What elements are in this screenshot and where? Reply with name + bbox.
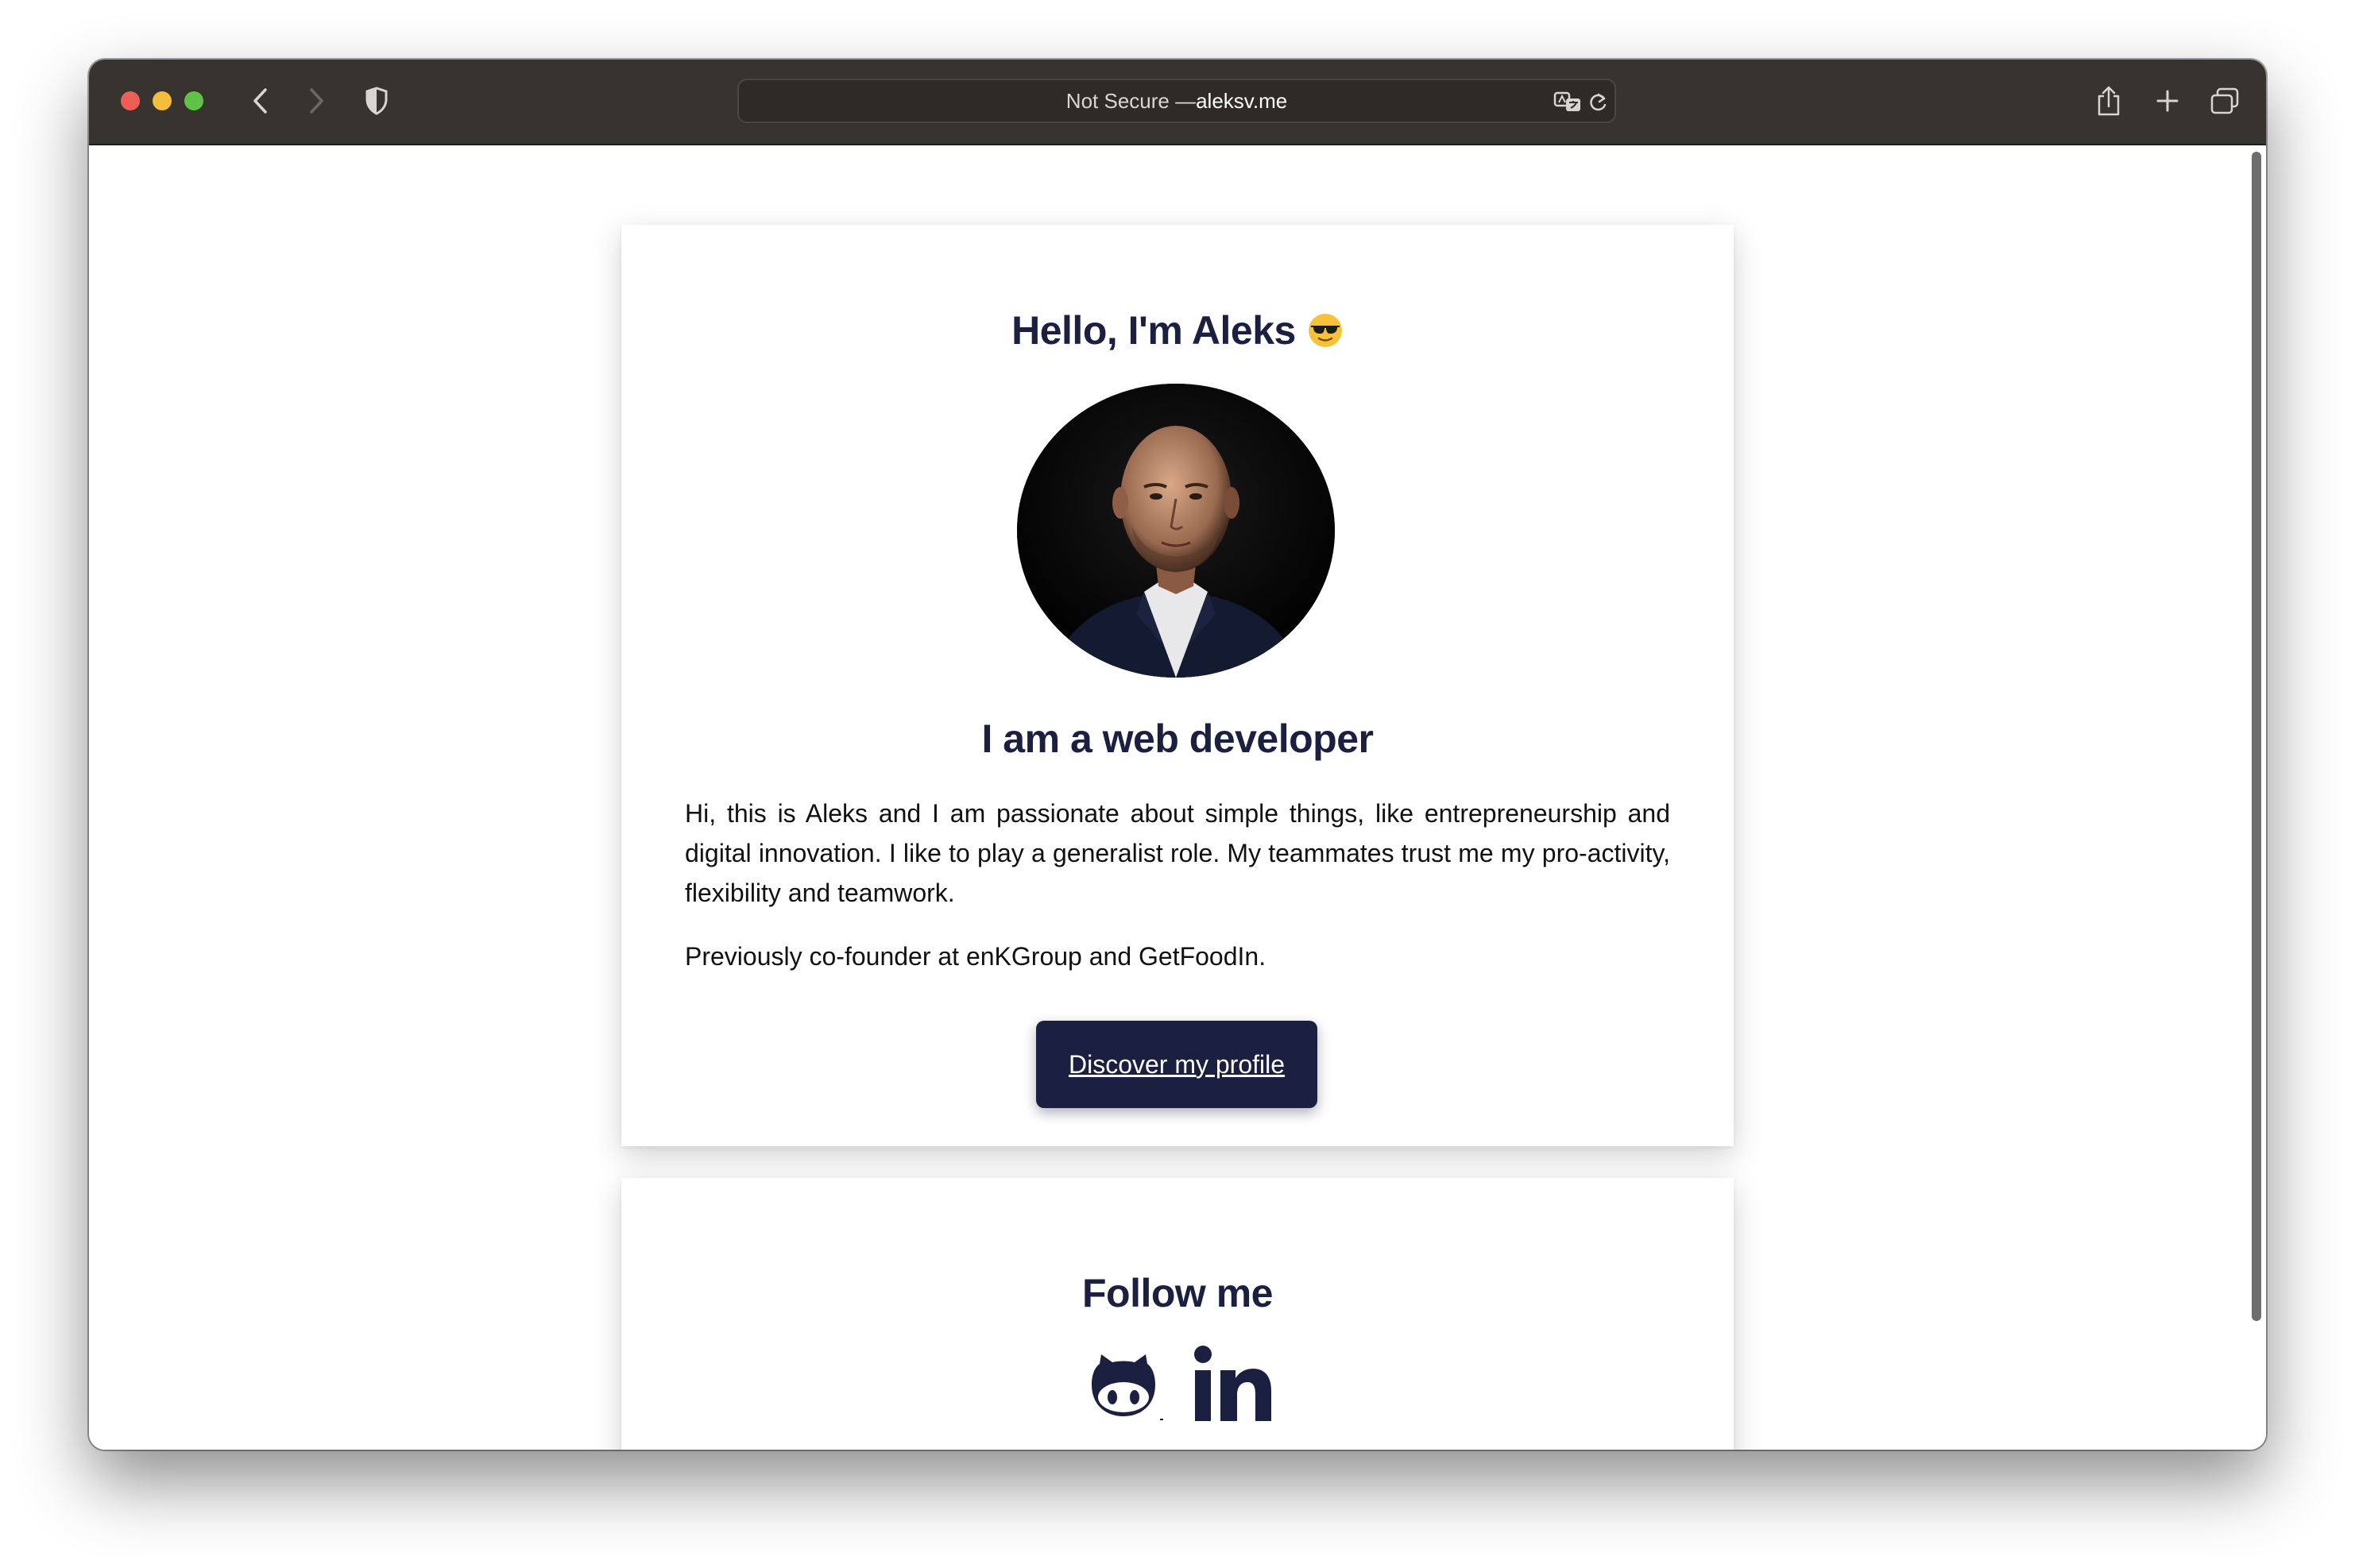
chevron-right-icon: [310, 88, 323, 114]
profile-photo: [1017, 384, 1335, 678]
reload-icon: [1590, 93, 1607, 111]
address-bar[interactable]: Not Secure — aleksv.me: [737, 79, 1616, 123]
translate-button[interactable]: [1553, 82, 1584, 123]
browser-toolbar: Not Secure — aleksv.me: [89, 60, 2266, 145]
screenshot-backdrop: Not Secure — aleksv.me Hello, I'm Aleks …: [0, 0, 2355, 1568]
greeting-text: Hello, I'm Aleks: [1011, 308, 1296, 353]
share-button[interactable]: [2090, 80, 2128, 122]
minimize-window-button[interactable]: [153, 91, 172, 110]
discover-profile-button[interactable]: Discover my profile: [1036, 1021, 1317, 1108]
plus-icon: [2156, 90, 2179, 112]
linkedin-link[interactable]: [1192, 1345, 1271, 1425]
github-icon: [1092, 1354, 1163, 1420]
tabs-overview-icon: [2210, 87, 2239, 114]
browser-window: Not Secure — aleksv.me Hello, I'm Aleks …: [89, 60, 2266, 1450]
social-links: [621, 1345, 1734, 1425]
url-security-prefix: Not Secure —: [1065, 88, 1197, 113]
url-host: aleksv.me: [1196, 88, 1288, 113]
tab-overview-button[interactable]: [2206, 80, 2244, 122]
vertical-scrollbar[interactable]: [2252, 152, 2261, 1321]
follow-heading: Follow me: [1082, 1271, 1273, 1315]
about-card: Hello, I'm Aleks I am a web developer Hi…: [621, 225, 1734, 1146]
forward-button[interactable]: [300, 80, 332, 122]
share-icon: [2098, 86, 2120, 116]
role-heading: I am a web developer: [981, 716, 1374, 761]
page-viewport: Hello, I'm Aleks I am a web developer Hi…: [89, 145, 2266, 1450]
sunglasses-face-icon: [1308, 314, 1342, 347]
reload-button[interactable]: [1586, 82, 1610, 123]
shield-icon: [365, 87, 388, 115]
close-window-button[interactable]: [121, 91, 140, 110]
linkedin-icon: [1194, 1346, 1271, 1421]
back-button[interactable]: [245, 80, 276, 122]
chevron-left-icon: [253, 88, 267, 114]
new-tab-button[interactable]: [2150, 80, 2185, 122]
zoom-window-button[interactable]: [184, 91, 203, 110]
translate-icon: [1553, 91, 1580, 111]
follow-card: Follow me: [621, 1178, 1734, 1450]
greeting-heading: Hello, I'm Aleks: [621, 307, 1734, 353]
previously-paragraph: Previously co-founder at enKGroup and Ge…: [685, 942, 1266, 971]
url-text: Not Secure — aleksv.me: [739, 80, 1614, 122]
privacy-report-button[interactable]: [359, 80, 394, 122]
bio-paragraph: Hi, this is Aleks and I am passionate ab…: [685, 799, 1670, 907]
github-link[interactable]: [1084, 1353, 1163, 1425]
